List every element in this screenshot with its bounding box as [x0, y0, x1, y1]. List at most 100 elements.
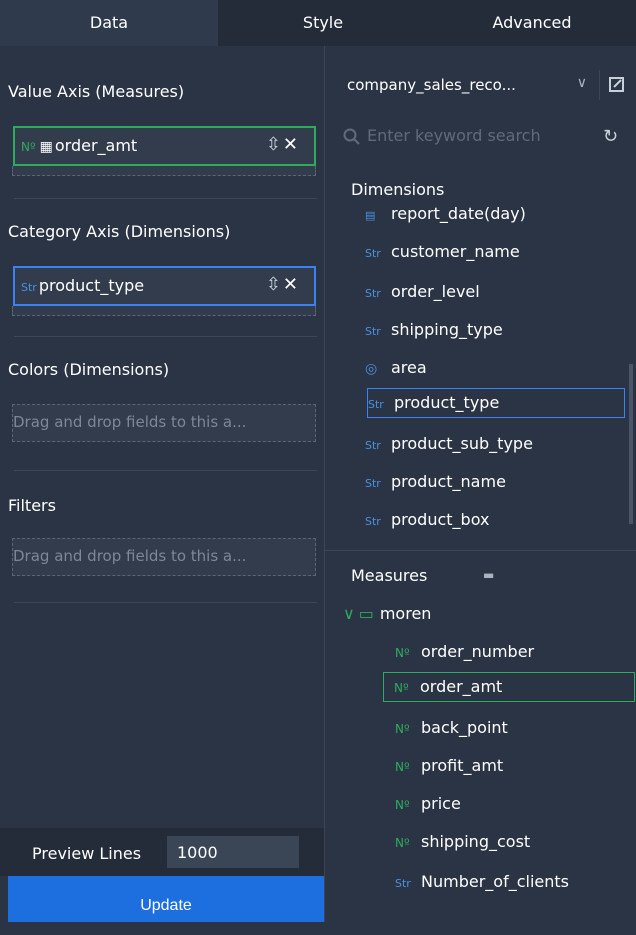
string-type-icon: Str [365, 287, 381, 300]
edit-dataset-button[interactable] [599, 70, 630, 100]
category-chip-label: Str product_type [21, 276, 144, 295]
string-type-icon: Str [365, 515, 381, 528]
dimension-name: order_level [391, 282, 480, 301]
field-search[interactable]: Enter keyword search ↻ [343, 120, 636, 154]
category-axis-dropzone[interactable] [12, 306, 316, 316]
update-button[interactable]: Update [8, 876, 324, 922]
dimension-item[interactable]: Str product_box [365, 510, 489, 544]
sort-icon[interactable]: ⇳ [266, 134, 281, 155]
measure-item[interactable]: Str Number_of_clients [395, 872, 569, 906]
dataset-select[interactable]: company_sales_reco... ∨ [341, 68, 595, 102]
sum-icon: ▦ [39, 139, 53, 155]
dimension-item[interactable]: ▤ report_date(day) [365, 204, 526, 238]
tab-bar: Data Style Advanced [0, 0, 636, 46]
string-type-icon: Str [365, 247, 381, 260]
number-type-icon: Nº [394, 681, 409, 695]
measure-name: profit_amt [421, 756, 504, 775]
measure-name: shipping_cost [421, 832, 531, 851]
dimension-item[interactable]: Str order_level [365, 282, 480, 316]
search-icon [343, 128, 360, 145]
tab-style-label: Style [302, 13, 344, 32]
folder-moren[interactable]: ∨ ▭ moren [343, 604, 431, 623]
measure-name: order_amt [420, 677, 503, 696]
dimension-name: shipping_type [391, 320, 503, 339]
dimension-item-selected[interactable]: Str product_type [367, 388, 625, 418]
value-chip-label: Nº ▦ order_amt [21, 136, 137, 155]
colors-title: Colors (Dimensions) [8, 360, 170, 379]
tab-advanced[interactable]: Advanced [428, 0, 636, 46]
dimension-name: customer_name [391, 242, 520, 261]
value-axis-chip[interactable]: Nº ▦ order_amt ⇳ ✕ [13, 126, 316, 166]
chip-controls: ⇳ ✕ [266, 134, 298, 155]
colors-placeholder: Drag and drop fields to this a... [13, 413, 247, 431]
dimension-item[interactable]: ◎ area [365, 358, 427, 392]
dimension-item[interactable]: Str shipping_type [365, 320, 503, 354]
dataset-name: company_sales_reco... [347, 76, 516, 94]
number-type-icon: Nº [395, 798, 410, 812]
dimension-name: area [391, 358, 427, 377]
number-type-icon: Nº [395, 836, 410, 850]
dimensions-title: Dimensions [351, 180, 445, 199]
location-icon: ◎ [365, 361, 378, 377]
value-axis-title: Value Axis (Measures) [8, 82, 185, 101]
filters-dropzone[interactable]: Drag and drop fields to this a... [12, 538, 316, 576]
dimension-item[interactable]: Str customer_name [365, 242, 520, 276]
value-chip-name: order_amt [54, 136, 138, 155]
fields-panel: company_sales_reco... ∨ Enter keyword se… [324, 46, 636, 922]
string-type-icon: Str [365, 325, 381, 338]
divider [325, 550, 636, 551]
sort-icon[interactable]: ⇳ [266, 274, 281, 295]
refresh-icon[interactable]: ↻ [603, 126, 618, 147]
number-type-icon: Nº [395, 722, 410, 736]
string-type-icon: Str [368, 398, 384, 411]
dimension-name: product_name [391, 472, 506, 491]
measure-item[interactable]: Nº profit_amt [395, 756, 503, 790]
divider [14, 336, 317, 337]
tab-data-label: Data [89, 13, 129, 32]
divider [14, 470, 317, 471]
tab-advanced-label: Advanced [492, 13, 572, 32]
category-axis-title: Category Axis (Dimensions) [8, 222, 231, 241]
colors-dropzone[interactable]: Drag and drop fields to this a... [12, 404, 316, 442]
field-config-panel: Value Axis (Measures) Nº ▦ order_amt ⇳ ✕ Ca… [0, 46, 324, 922]
scrollbar[interactable] [629, 364, 633, 524]
number-type-icon: Nº [21, 140, 36, 154]
measure-item[interactable]: Nº back_point [395, 718, 508, 752]
number-type-icon: Nº [395, 760, 410, 774]
string-type-icon: Str [365, 477, 381, 490]
preview-lines-row: Preview Lines [0, 828, 324, 876]
filters-placeholder: Drag and drop fields to this a... [13, 547, 247, 565]
preview-lines-input[interactable] [167, 836, 299, 868]
tab-data[interactable]: Data [0, 0, 218, 46]
preview-lines-label: Preview Lines [32, 844, 142, 863]
dimension-name: report_date(day) [391, 204, 526, 223]
dimension-name: product_type [394, 393, 500, 412]
date-icon: ▤ [365, 209, 376, 222]
measures-title: Measures [351, 566, 428, 585]
measure-item[interactable]: Nº price [395, 794, 461, 828]
measure-name: price [421, 794, 461, 813]
chevron-down-icon: ∨ [343, 604, 355, 623]
tab-style[interactable]: Style [218, 0, 428, 46]
measure-item[interactable]: Nº order_number [395, 642, 534, 676]
category-axis-chip[interactable]: Str product_type ⇳ ✕ [13, 266, 316, 306]
measure-item[interactable]: Nº shipping_cost [395, 832, 530, 866]
dimension-name: product_sub_type [391, 434, 533, 453]
string-type-icon: Str [395, 877, 411, 890]
value-axis-dropzone[interactable] [12, 166, 316, 176]
measure-name: order_number [421, 642, 535, 661]
dimension-item[interactable]: Str product_name [365, 472, 506, 506]
chevron-down-icon: ∨ [576, 75, 587, 91]
dimension-item[interactable]: Str product_sub_type [365, 434, 533, 468]
close-icon[interactable]: ✕ [283, 274, 298, 295]
string-type-icon: Str [21, 281, 37, 294]
dimension-name: product_box [391, 510, 490, 529]
filters-title: Filters [8, 496, 56, 515]
drag-handle-icon[interactable]: ▬ [483, 568, 494, 582]
measure-item-selected[interactable]: Nº order_amt [383, 672, 635, 702]
number-type-icon: Nº [395, 646, 410, 660]
edit-icon [609, 77, 624, 92]
close-icon[interactable]: ✕ [283, 134, 298, 155]
chip-controls: ⇳ ✕ [266, 274, 298, 295]
search-placeholder: Enter keyword search [367, 126, 541, 145]
